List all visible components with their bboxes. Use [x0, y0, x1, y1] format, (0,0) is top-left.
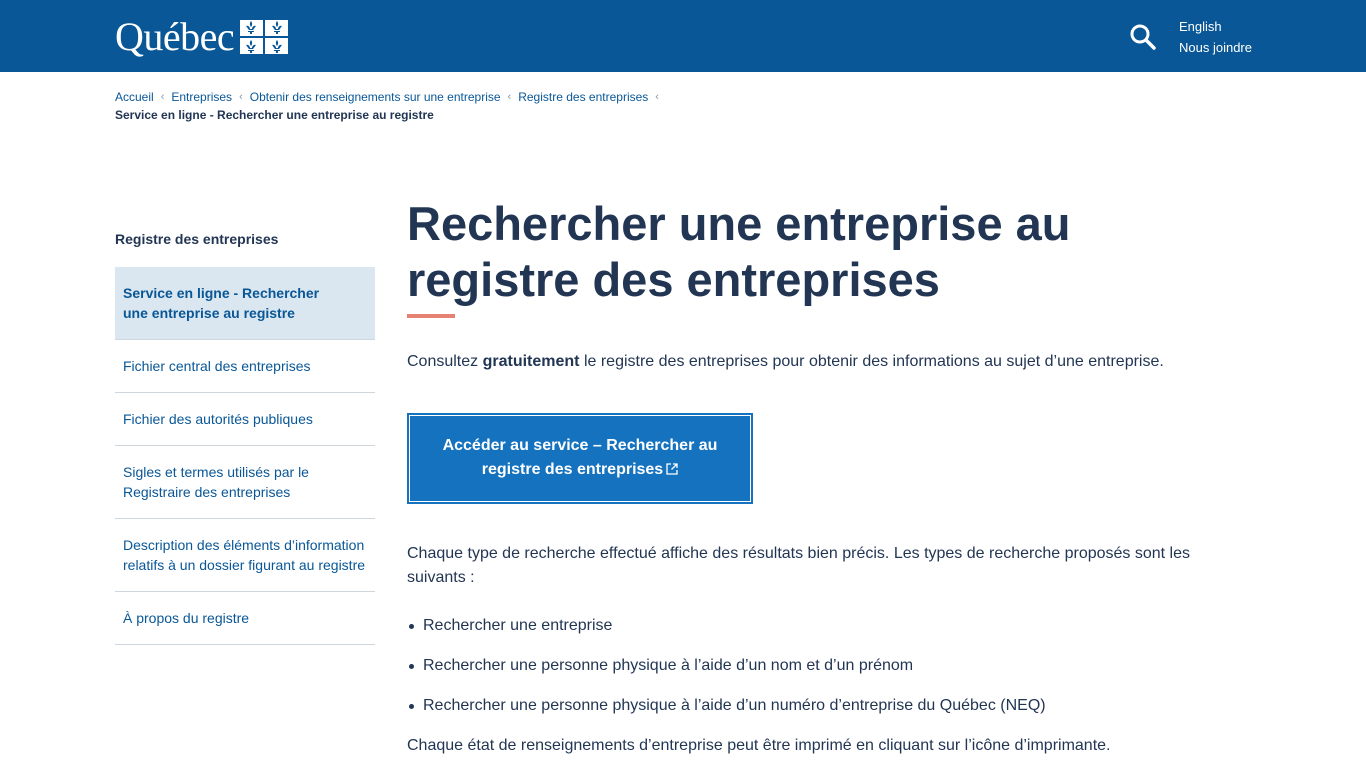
access-service-button[interactable]: Accéder au service – Rechercher au regis… — [410, 416, 750, 501]
search-icon[interactable] — [1128, 22, 1158, 52]
breadcrumb-entreprises[interactable]: Entreprises — [171, 88, 232, 106]
print-paragraph: Chaque état de renseignements d’entrepri… — [407, 737, 1111, 754]
sidebar-item-a-propos[interactable]: À propos du registre — [115, 592, 375, 645]
page-title: Rechercher une entreprise au registre de… — [407, 197, 1071, 306]
search-types-list: Rechercher une entreprise Rechercher une… — [407, 614, 1207, 718]
title-underline — [407, 314, 455, 318]
breadcrumb: Accueil ‹ Entreprises ‹ Obtenir des rens… — [115, 88, 1265, 124]
breadcrumb-current: Service en ligne - Rechercher une entrep… — [115, 108, 434, 122]
external-link-icon — [666, 459, 678, 483]
breadcrumb-registre[interactable]: Registre des entreprises — [518, 88, 648, 106]
quebec-logo[interactable]: Québec — [115, 14, 289, 59]
sidebar-item-autorites-publiques[interactable]: Fichier des autorités publiques — [115, 393, 375, 446]
site-header: Québec English Nous joindre — [0, 0, 1366, 72]
access-service-button-frame: Accéder au service – Rechercher au regis… — [407, 413, 753, 504]
english-link[interactable]: English — [1179, 16, 1252, 37]
header-links: English Nous joindre — [1179, 16, 1252, 58]
list-item: Rechercher une personne physique à l’aid… — [407, 694, 1207, 718]
intro-paragraph: Consultez gratuitement le registre des e… — [407, 353, 1164, 370]
main-content: Rechercher une entreprise au registre de… — [407, 196, 1207, 758]
list-item: Rechercher une entreprise — [407, 614, 1207, 638]
fleur-de-lis-flag-icon — [240, 20, 289, 54]
chevron-left-icon: ‹ — [239, 91, 243, 103]
chevron-left-icon: ‹ — [507, 91, 512, 103]
breadcrumb-renseignements[interactable]: Obtenir des renseignements sur une entre… — [250, 88, 501, 106]
sidebar-nav: Service en ligne - Rechercher une entrep… — [115, 267, 375, 645]
chevron-left-icon: ‹ — [655, 91, 659, 103]
chevron-left-icon: ‹ — [160, 91, 165, 103]
breadcrumb-home[interactable]: Accueil — [115, 88, 154, 106]
sidebar-title: Registre des entreprises — [115, 231, 279, 247]
list-item: Rechercher une personne physique à l’aid… — [407, 654, 1207, 678]
sidebar-item-fichier-central[interactable]: Fichier central des entreprises — [115, 340, 375, 393]
search-types-paragraph: Chaque type de recherche effectué affich… — [407, 545, 1190, 586]
logo-text: Québec — [115, 14, 235, 59]
contact-link[interactable]: Nous joindre — [1179, 37, 1252, 58]
sidebar-item-description-elements[interactable]: Description des éléments d’information r… — [115, 519, 375, 592]
sidebar-item-sigles-termes[interactable]: Sigles et termes utilisés par le Registr… — [115, 446, 375, 519]
sidebar-item-service-en-ligne[interactable]: Service en ligne - Rechercher une entrep… — [115, 267, 375, 340]
